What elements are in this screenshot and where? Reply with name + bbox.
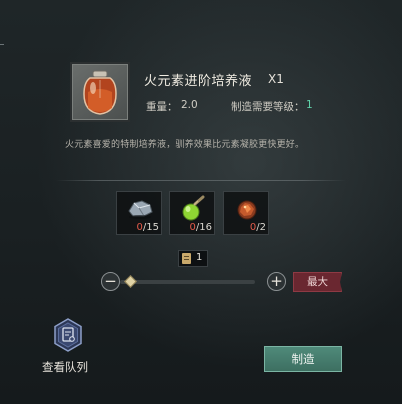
- material-slot-1[interactable]: 0/15: [116, 191, 162, 235]
- item-description: 火元素喜爱的特制培养液，驯养效果比元素凝胶更快更好。: [65, 140, 305, 150]
- material-count-2: 0/16: [189, 222, 212, 233]
- item-title: 火元素进阶培养液: [144, 74, 253, 89]
- item-quantity: X1: [268, 72, 284, 86]
- weight-value: 2.0: [181, 99, 198, 111]
- divider-top: [56, 180, 346, 181]
- decrease-button[interactable]: −: [101, 272, 120, 291]
- max-button[interactable]: 最大: [293, 272, 342, 292]
- scroll-icon: [182, 253, 191, 264]
- level-requirement-label: 制造需要等级：: [231, 101, 305, 113]
- queue-label[interactable]: 查看队列: [42, 359, 88, 375]
- silver-ore-icon: [128, 200, 153, 219]
- green-potion-icon: [182, 195, 205, 221]
- craft-button[interactable]: 制造: [264, 346, 342, 372]
- item-icon-frame: [70, 62, 130, 122]
- queue-icon[interactable]: [53, 318, 83, 352]
- potion-jar-icon: [83, 70, 117, 115]
- material-slot-3[interactable]: 0/2: [223, 191, 269, 235]
- craft-count-display: 1: [178, 250, 208, 267]
- weight-label: 重量：: [146, 101, 178, 113]
- increase-button[interactable]: +: [267, 272, 286, 291]
- quantity-slider-handle[interactable]: [124, 275, 137, 288]
- quantity-slider-track[interactable]: [120, 280, 255, 284]
- level-requirement-value: 1: [306, 99, 313, 111]
- fire-crystal-icon: [237, 200, 257, 220]
- craft-count-value: 1: [196, 252, 203, 263]
- material-count-3: 0/2: [249, 222, 266, 233]
- edge-tick: [0, 44, 4, 45]
- material-slot-2[interactable]: 0/16: [169, 191, 215, 235]
- material-count-1: 0/15: [136, 222, 159, 233]
